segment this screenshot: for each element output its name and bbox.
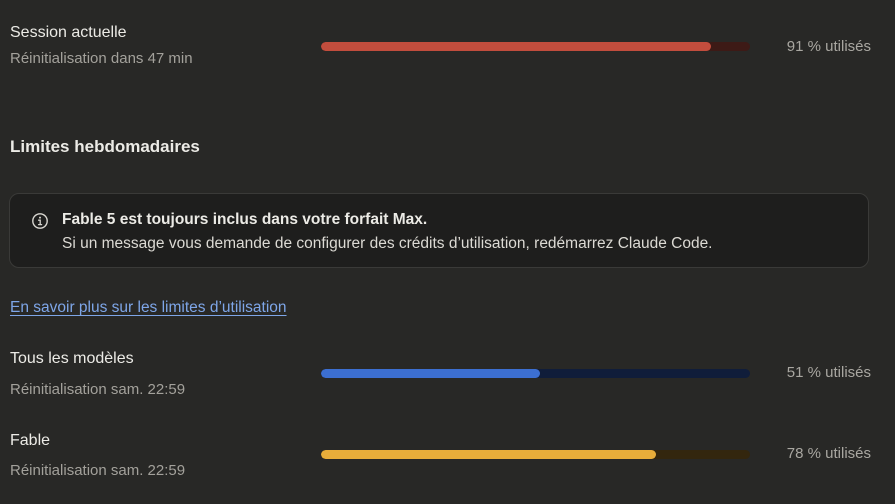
session-usage-percent: 91 % utilisés [786, 38, 871, 55]
info-notice: Fable 5 est toujours inclus dans votre f… [9, 193, 869, 268]
limit-title: Tous les modèles [10, 350, 134, 367]
learn-more-usage-limits-link[interactable]: En savoir plus sur les limites d’utilisa… [10, 299, 287, 317]
fable-progress-fill [321, 450, 656, 459]
notice-body: Si un message vous demande de configurer… [62, 235, 713, 252]
all-models-progress-fill [321, 369, 540, 378]
limit-reset-text: Réinitialisation sam. 22:59 [10, 462, 186, 479]
weekly-limits-heading: Limites hebdomadaires [10, 137, 200, 156]
weekly-limit-row-all-models: Tous les modèles Réinitialisation sam. 2… [10, 350, 871, 410]
session-progress-fill [321, 42, 712, 51]
all-models-usage-percent: 51 % utilisés [786, 364, 871, 381]
fable-progress-bar [321, 450, 750, 459]
session-reset-text: Réinitialisation dans 47 min [10, 50, 193, 67]
limit-reset-text: Réinitialisation sam. 22:59 [10, 381, 186, 398]
session-usage-row: Session actuelle Réinitialisation dans 4… [10, 24, 871, 84]
session-title: Session actuelle [10, 24, 127, 41]
notice-title: Fable 5 est toujours inclus dans votre f… [62, 211, 428, 228]
fable-usage-percent: 78 % utilisés [786, 445, 871, 462]
limit-title: Fable [10, 432, 51, 449]
weekly-limit-row-fable: Fable Réinitialisation sam. 22:59 78 % u… [10, 432, 871, 492]
all-models-progress-bar [321, 369, 750, 378]
info-icon [31, 212, 49, 230]
session-progress-bar [321, 42, 750, 51]
